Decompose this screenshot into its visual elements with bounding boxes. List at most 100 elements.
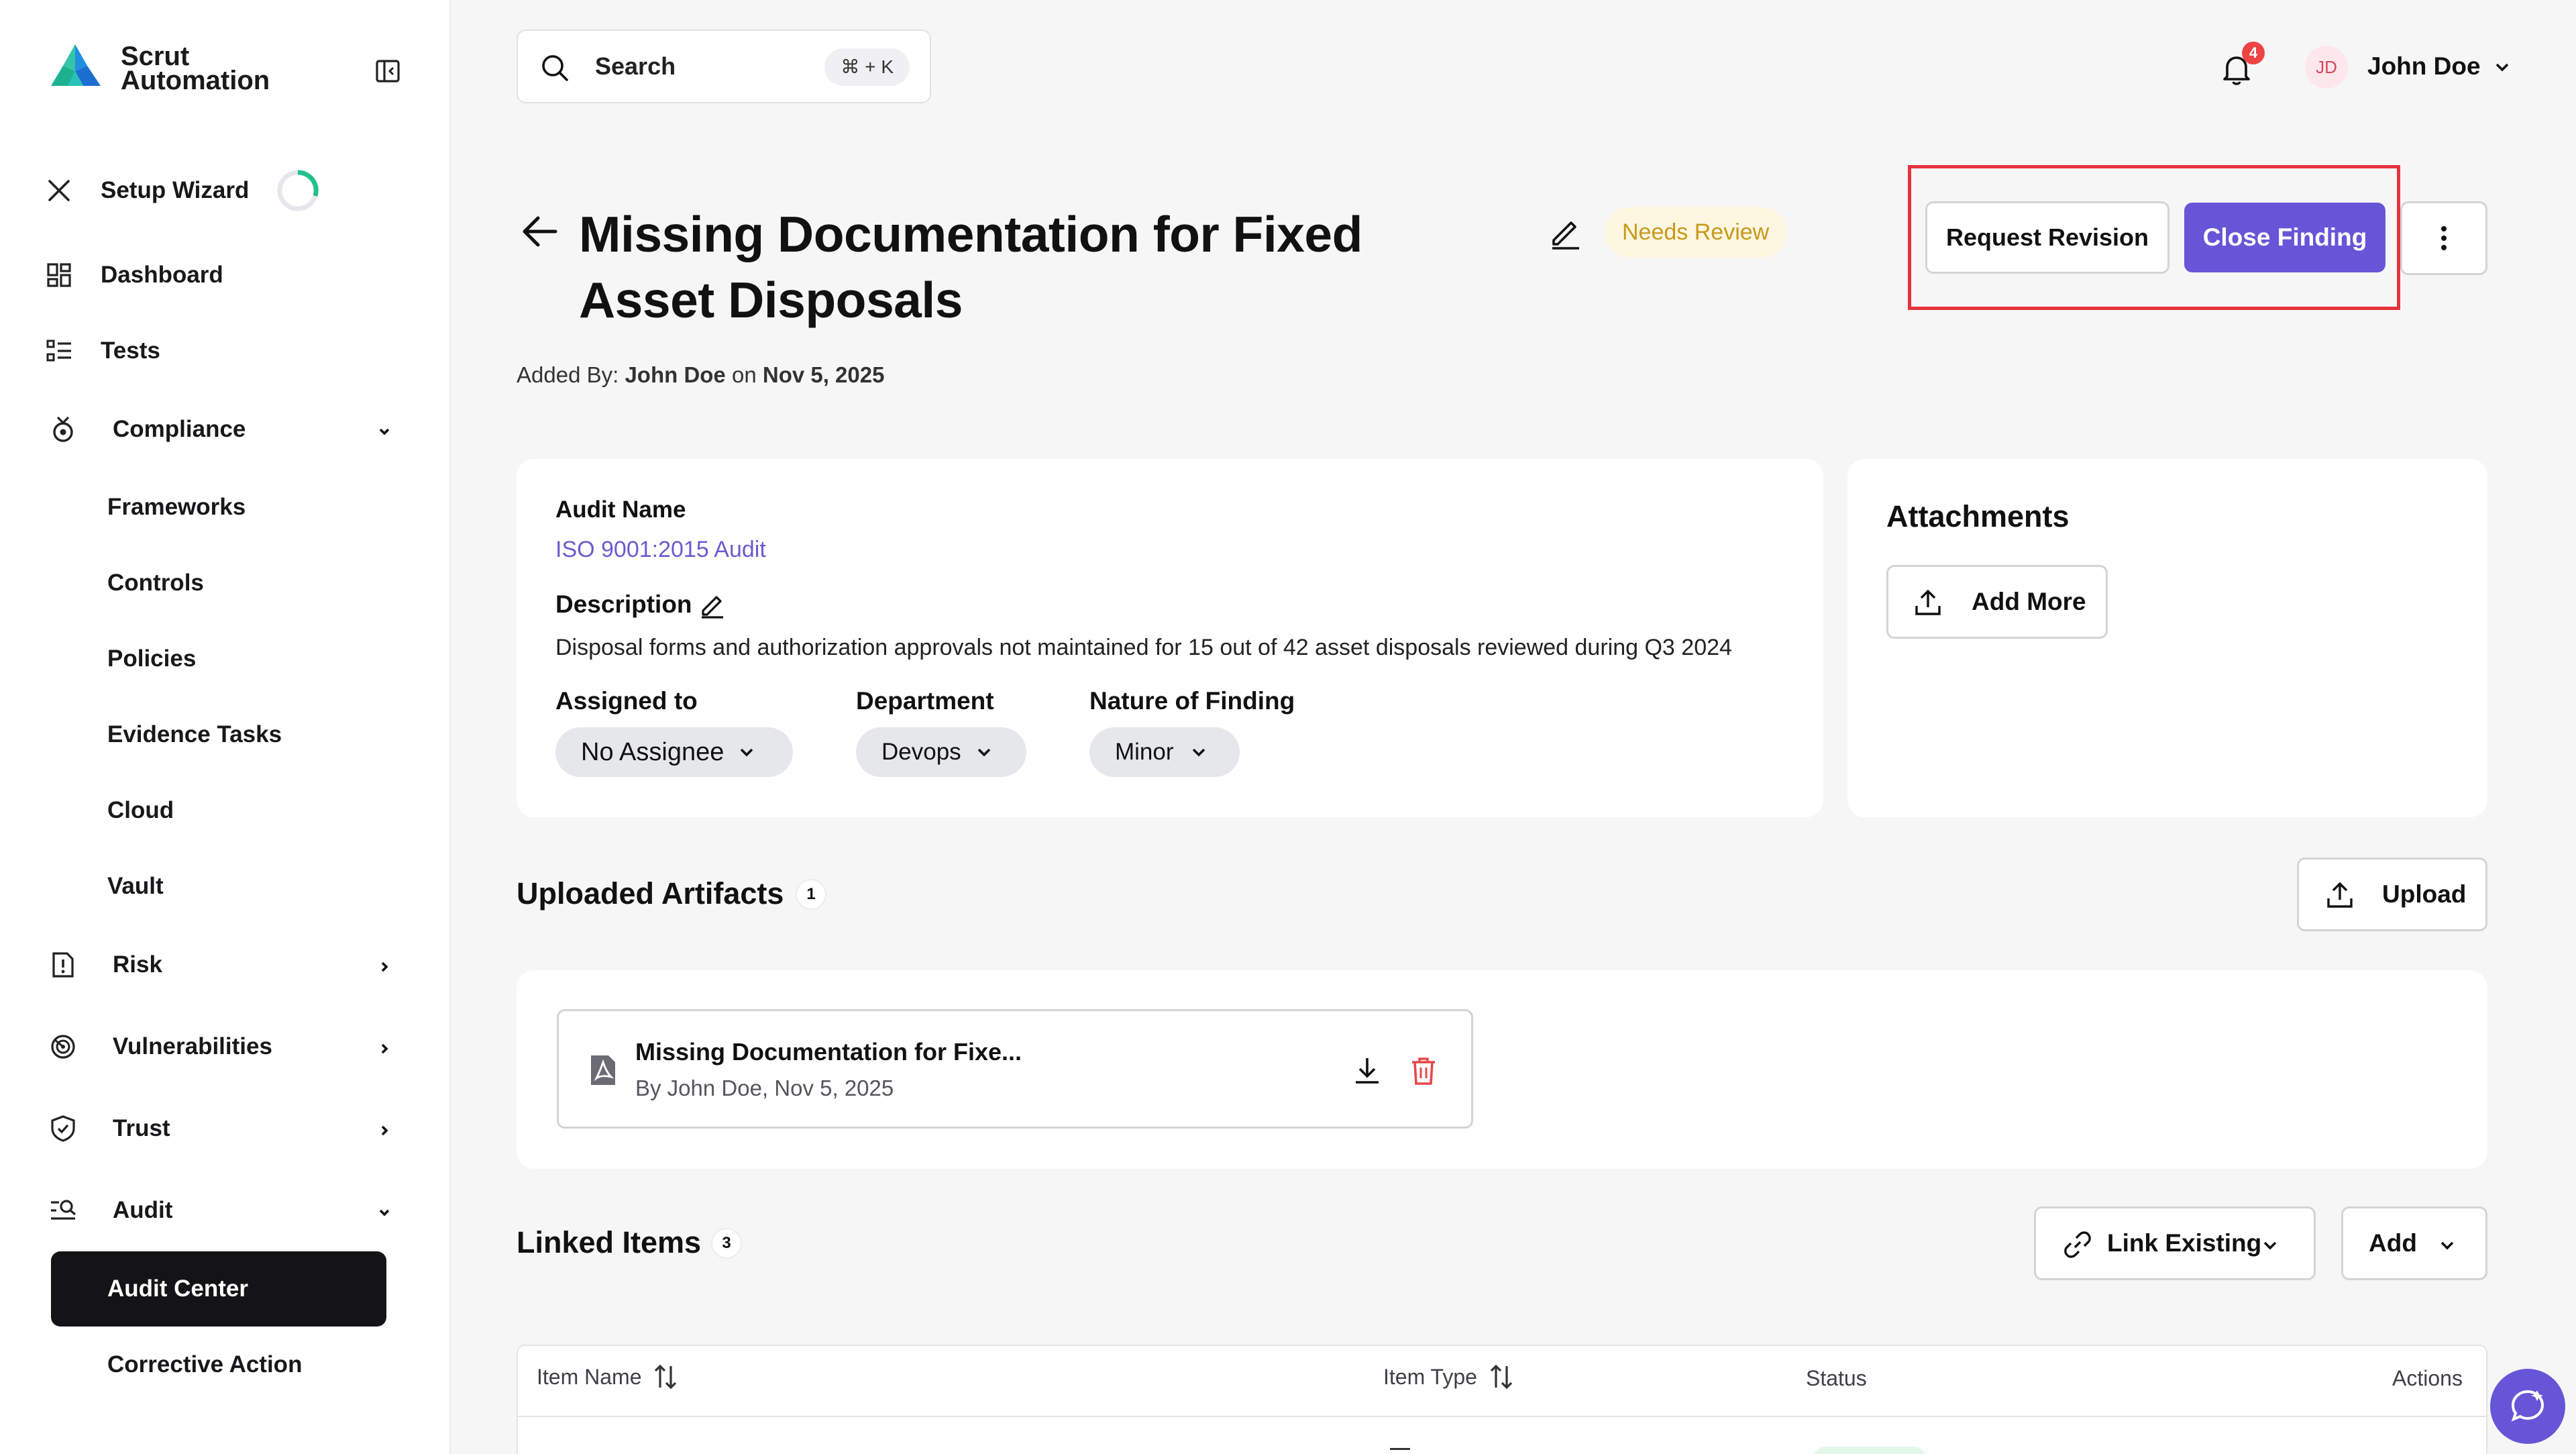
sidebar-item-vulnerabilities[interactable]: Vulnerabilities [0,1023,451,1071]
chevron-down-icon [977,748,991,757]
column-header-item-name[interactable]: Item Name [537,1362,679,1392]
search-icon [542,55,568,81]
upload-label: Upload [2382,880,2467,908]
add-more-button[interactable]: Add More [1886,565,2108,639]
column-label: Actions [2392,1366,2463,1390]
pdf-file-icon [591,1055,615,1085]
notifications-button[interactable]: 4 [2218,42,2265,90]
sidebar-item-policies[interactable]: Policies [51,621,386,696]
shield-check-icon [51,1115,75,1142]
brand-name-line1: Scrut [121,42,190,71]
brand-logo[interactable]: Scrut Automation [48,42,270,95]
attachments-card: Attachments Add More [1847,459,2487,817]
row-status-badge-partial [1813,1447,1927,1454]
request-revision-button[interactable]: Request Revision [1925,201,2169,274]
edit-description-icon[interactable] [698,590,727,620]
sort-icon [655,1364,677,1390]
search-shortcut-badge: ⌘ + K [824,48,910,86]
sidebar-item-risk[interactable]: Risk [0,941,451,989]
added-by-prefix: Added By: [517,362,619,387]
sidebar: Scrut Automation Setup Wizard Dashboard [0,0,451,1454]
column-label: Status [1806,1366,1867,1390]
sidebar-item-compliance[interactable]: Compliance [0,405,451,454]
chevron-down-icon [1192,748,1205,757]
assignee-dropdown[interactable]: No Assignee [555,727,793,777]
chevron-right-icon [381,1043,388,1054]
column-header-item-type[interactable]: Item Type [1383,1362,1515,1392]
link-icon [2064,1231,2091,1258]
added-on-word: on [731,362,757,387]
setup-progress-ring [277,170,319,211]
sidebar-item-evidence-tasks[interactable]: Evidence Tasks [51,697,386,772]
column-label: Item Name [537,1364,642,1389]
close-finding-button[interactable]: Close Finding [2184,203,2385,272]
nature-value: Minor [1115,739,1174,765]
table-header-divider [518,1416,2486,1417]
chevron-right-icon [381,1125,388,1136]
nature-dropdown[interactable]: Minor [1089,727,1240,777]
user-menu[interactable]: JD John Doe [2305,43,2520,90]
sidebar-item-cloud[interactable]: Cloud [51,773,386,848]
linked-count-badge: 3 [711,1228,742,1259]
sidebar-item-controls[interactable]: Controls [51,546,386,621]
sidebar-item-frameworks[interactable]: Frameworks [51,470,386,545]
back-arrow-icon[interactable] [517,208,564,255]
brand-name-line2: Automation [121,66,270,95]
link-existing-label: Link Existing [2107,1229,2262,1257]
user-name: John Doe [2367,52,2481,80]
sidebar-item-audit[interactable]: Audit [0,1186,451,1235]
uploaded-artifacts-title: Uploaded Artifacts [517,876,784,911]
status-badge: Needs Review [1605,207,1787,258]
edit-title-icon[interactable] [1547,213,1585,251]
delete-icon[interactable] [1407,1054,1440,1088]
page-title: Missing Documentation for Fixed Asset Di… [579,206,1362,328]
department-value: Devops [881,739,961,765]
search-bar[interactable]: Search ⌘ + K [517,30,931,103]
more-vertical-icon [2441,226,2447,250]
upload-icon [2327,882,2353,908]
sidebar-item-audit-center[interactable]: Audit Center [51,1251,386,1327]
chat-icon [2511,1390,2544,1422]
chevron-down-icon [740,748,753,757]
add-button[interactable]: Add [2341,1206,2487,1280]
add-label: Add [2369,1229,2417,1257]
added-date: Nov 5, 2025 [762,362,885,387]
sidebar-item-dashboard[interactable]: Dashboard [0,251,451,299]
sidebar-item-vault[interactable]: Vault [51,849,386,924]
linked-items-table [517,1345,2487,1454]
audit-search-icon [51,1200,76,1220]
row-type-icon-partial [1390,1448,1410,1453]
sidebar-item-tests[interactable]: Tests [0,327,451,375]
upload-button[interactable]: Upload [2297,858,2487,931]
upload-icon [1915,589,1941,615]
sidebar-item-trust[interactable]: Trust [0,1104,451,1153]
column-header-actions: Actions [2392,1366,2463,1391]
chevron-down-icon [2263,1241,2277,1250]
added-by-name: John Doe [625,362,726,387]
medal-icon [53,416,73,442]
artifact-item[interactable]: Missing Documentation for Fixe... By Joh… [557,1009,1473,1129]
download-icon[interactable] [1350,1054,1384,1088]
avatar: JD [2305,46,2348,89]
department-dropdown[interactable]: Devops [856,727,1026,777]
link-existing-button[interactable]: Link Existing [2034,1206,2316,1280]
search-label: Search [595,52,676,80]
chevron-down-icon [379,1209,390,1216]
assigned-to-label: Assigned to [555,687,698,715]
department-label: Department [856,687,994,715]
artifact-meta: By John Doe, Nov 5, 2025 [635,1076,894,1100]
description-label: Description [555,590,692,618]
linked-items-title: Linked Items [517,1225,702,1259]
chat-support-button[interactable] [2490,1369,2565,1444]
collapse-sidebar-icon[interactable] [374,58,401,85]
more-options-button[interactable] [2400,201,2487,275]
notification-count-badge: 4 [2242,42,2265,64]
add-more-label: Add More [1972,588,2086,615]
sidebar-item-corrective-action[interactable]: Corrective Action [51,1327,386,1402]
nature-label: Nature of Finding [1089,687,1295,715]
sidebar-item-setup-wizard[interactable]: Setup Wizard [0,166,451,215]
column-header-status: Status [1806,1366,1867,1391]
radar-icon [51,1035,75,1059]
sidebar-item-label: Audit [113,1197,173,1223]
audit-name-link[interactable]: ISO 9001:2015 Audit [555,537,766,563]
